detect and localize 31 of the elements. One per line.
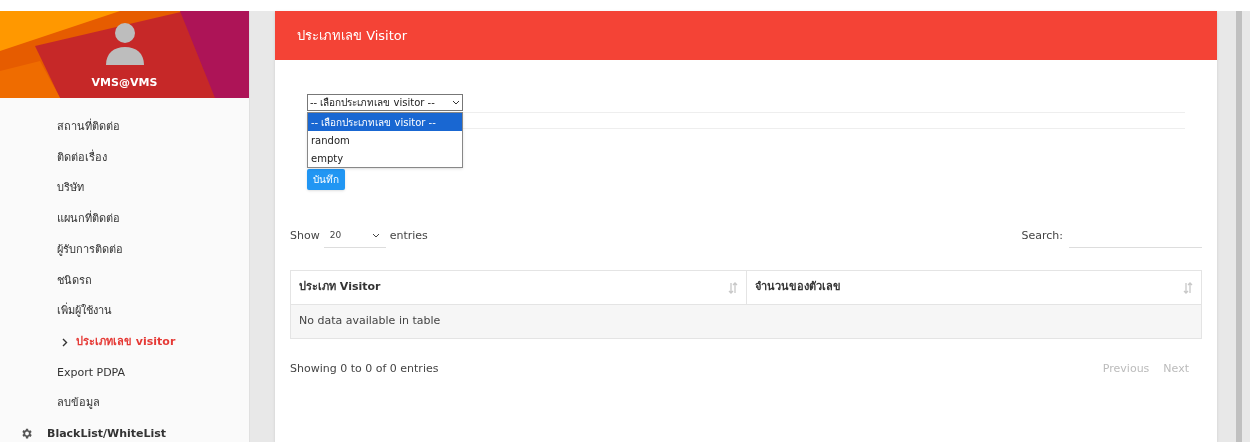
sidebar-item[interactable]: ลบข้อมูล [0, 388, 249, 419]
sort-icon [727, 281, 738, 294]
sidebar-item[interactable]: ชนิดรถ [0, 265, 249, 297]
type-select[interactable]: -- เลือกประเภทเลข visitor -- [307, 94, 463, 111]
column-header[interactable]: จำนวนของตัวเลข [745, 271, 1201, 304]
card-title: ประเภทเลข Visitor [297, 26, 408, 45]
sidebar-item[interactable]: เพิ่มผู้ใช้งาน [0, 296, 249, 327]
caret-icon [371, 233, 380, 238]
sidebar-item[interactable]: ผู้รับการติดต่อ [0, 234, 249, 266]
entries-select[interactable]: 20 [323, 224, 386, 248]
gear-icon [20, 427, 33, 441]
sidebar-item[interactable]: Export PDPA [0, 357, 249, 389]
sidebar-item[interactable]: บริษัท [0, 173, 249, 205]
dropdown-option[interactable]: -- เลือกประเภทเลข visitor -- [308, 113, 462, 131]
sidebar-item[interactable]: ประเภทเลข visitor [0, 326, 249, 358]
sidebar-item[interactable]: แผนกที่ติดต่อ [0, 204, 249, 235]
dropdown-option[interactable]: empty [308, 149, 462, 167]
empty-message: No data available in table [299, 313, 441, 330]
entries-label: entries [389, 227, 428, 244]
column-header[interactable]: ประเภท Visitor [291, 271, 746, 304]
sidebar-section[interactable]: BlackList/WhiteList [0, 418, 249, 442]
dropdown-option[interactable]: random [308, 131, 462, 149]
sort-icon [1183, 281, 1193, 294]
user-name: VMS@VMS [91, 75, 158, 91]
search-label: Search: [1021, 227, 1063, 244]
chevron-icon [62, 337, 68, 347]
table-info: Showing 0 to 0 of 0 entries [290, 361, 439, 377]
sidebar-item[interactable]: สถานที่ติดต่อ [0, 112, 249, 143]
show-label: Show [290, 227, 320, 244]
sidebar-item[interactable]: ติดต่อเรื่อง [0, 142, 249, 174]
caret-icon [452, 100, 460, 105]
